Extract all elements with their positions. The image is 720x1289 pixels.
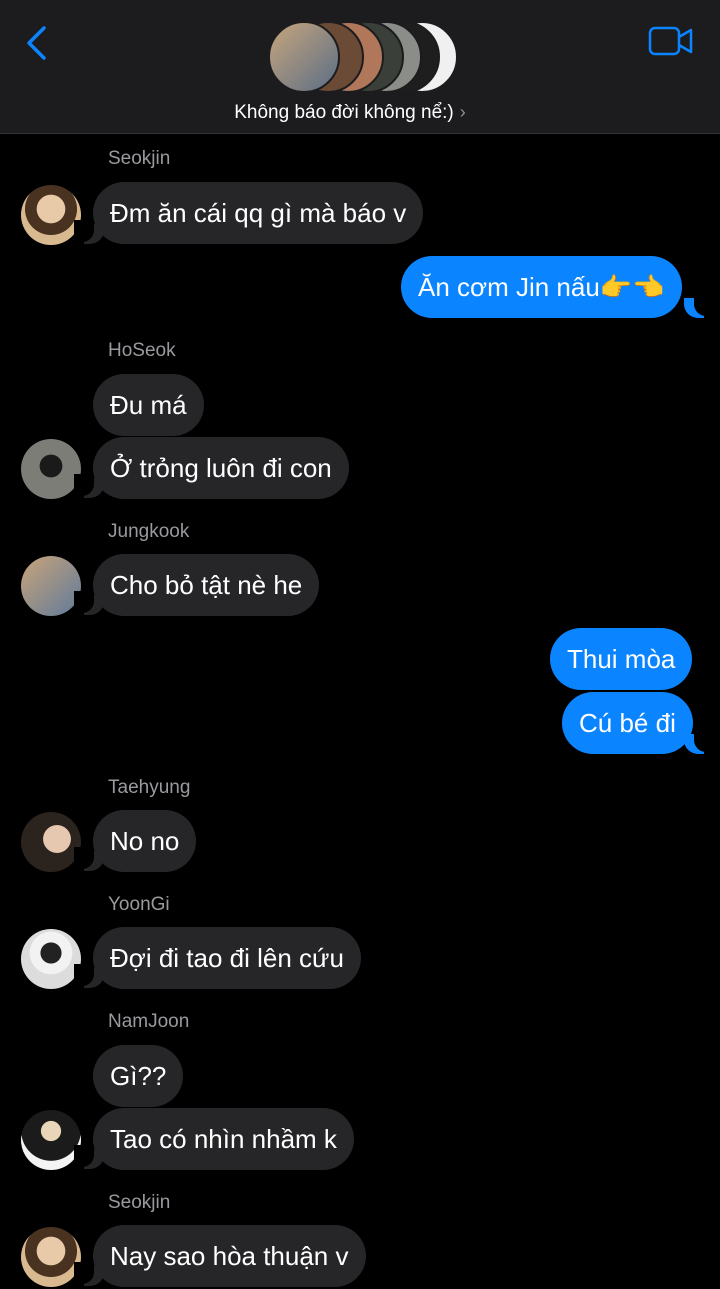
sender-name: Jungkook <box>108 521 190 542</box>
sender-name: YoonGi <box>108 894 170 915</box>
sender-name: NamJoon <box>108 1011 190 1032</box>
avatar <box>268 21 340 93</box>
sender-name: Seokjin <box>108 1192 171 1213</box>
message-bubble[interactable]: Đu má <box>93 374 204 436</box>
message-bubble[interactable]: Nay sao hòa thuận v <box>93 1225 366 1287</box>
sender-name: HoSeok <box>108 340 176 361</box>
video-call-button[interactable] <box>648 26 694 56</box>
chevron-right-icon: › <box>459 102 466 122</box>
avatar <box>21 1227 81 1287</box>
group-avatar-stack[interactable] <box>268 21 458 93</box>
sender-name: Seokjin <box>108 148 171 169</box>
group-name: Không báo đời không nể:) <box>234 102 454 123</box>
avatar <box>21 929 81 989</box>
avatar <box>21 439 81 499</box>
video-camera-icon <box>648 26 693 56</box>
message-bubble[interactable]: Ăn cơm Jin nấu👉👈 <box>401 256 682 318</box>
message-bubble[interactable]: Đợi đi tao đi lên cứu <box>93 927 361 989</box>
message-bubble[interactable]: Cho bỏ tật nè he <box>93 554 320 616</box>
message-bubble[interactable]: Ở trỏng luôn đi con <box>93 437 349 499</box>
chat-header: Không báo đời không nể:) › <box>0 0 720 134</box>
avatar <box>21 556 81 616</box>
back-button[interactable] <box>22 24 54 62</box>
conversation-title[interactable]: Không báo đời không nể:) › <box>0 102 700 124</box>
chevron-left-icon <box>27 26 46 60</box>
sender-name: Taehyung <box>108 777 191 798</box>
message-bubble[interactable]: Thui mòa <box>550 628 693 690</box>
bubble-tail <box>684 294 714 318</box>
message-bubble[interactable]: Tao có nhìn nhầm k <box>93 1108 354 1170</box>
message-bubble[interactable]: No no <box>93 810 197 872</box>
avatar <box>21 185 81 245</box>
message-bubble[interactable]: Cú bé đi <box>562 692 693 754</box>
message-bubble[interactable]: Đm ăn cái qq gì mà báo v <box>93 182 424 244</box>
avatar <box>21 812 81 872</box>
message-list[interactable]: Seokjin Đm ăn cái qq gì mà báo v Ăn cơm … <box>0 134 720 1289</box>
message-bubble[interactable]: Gì?? <box>93 1045 184 1107</box>
avatar <box>21 1110 81 1170</box>
